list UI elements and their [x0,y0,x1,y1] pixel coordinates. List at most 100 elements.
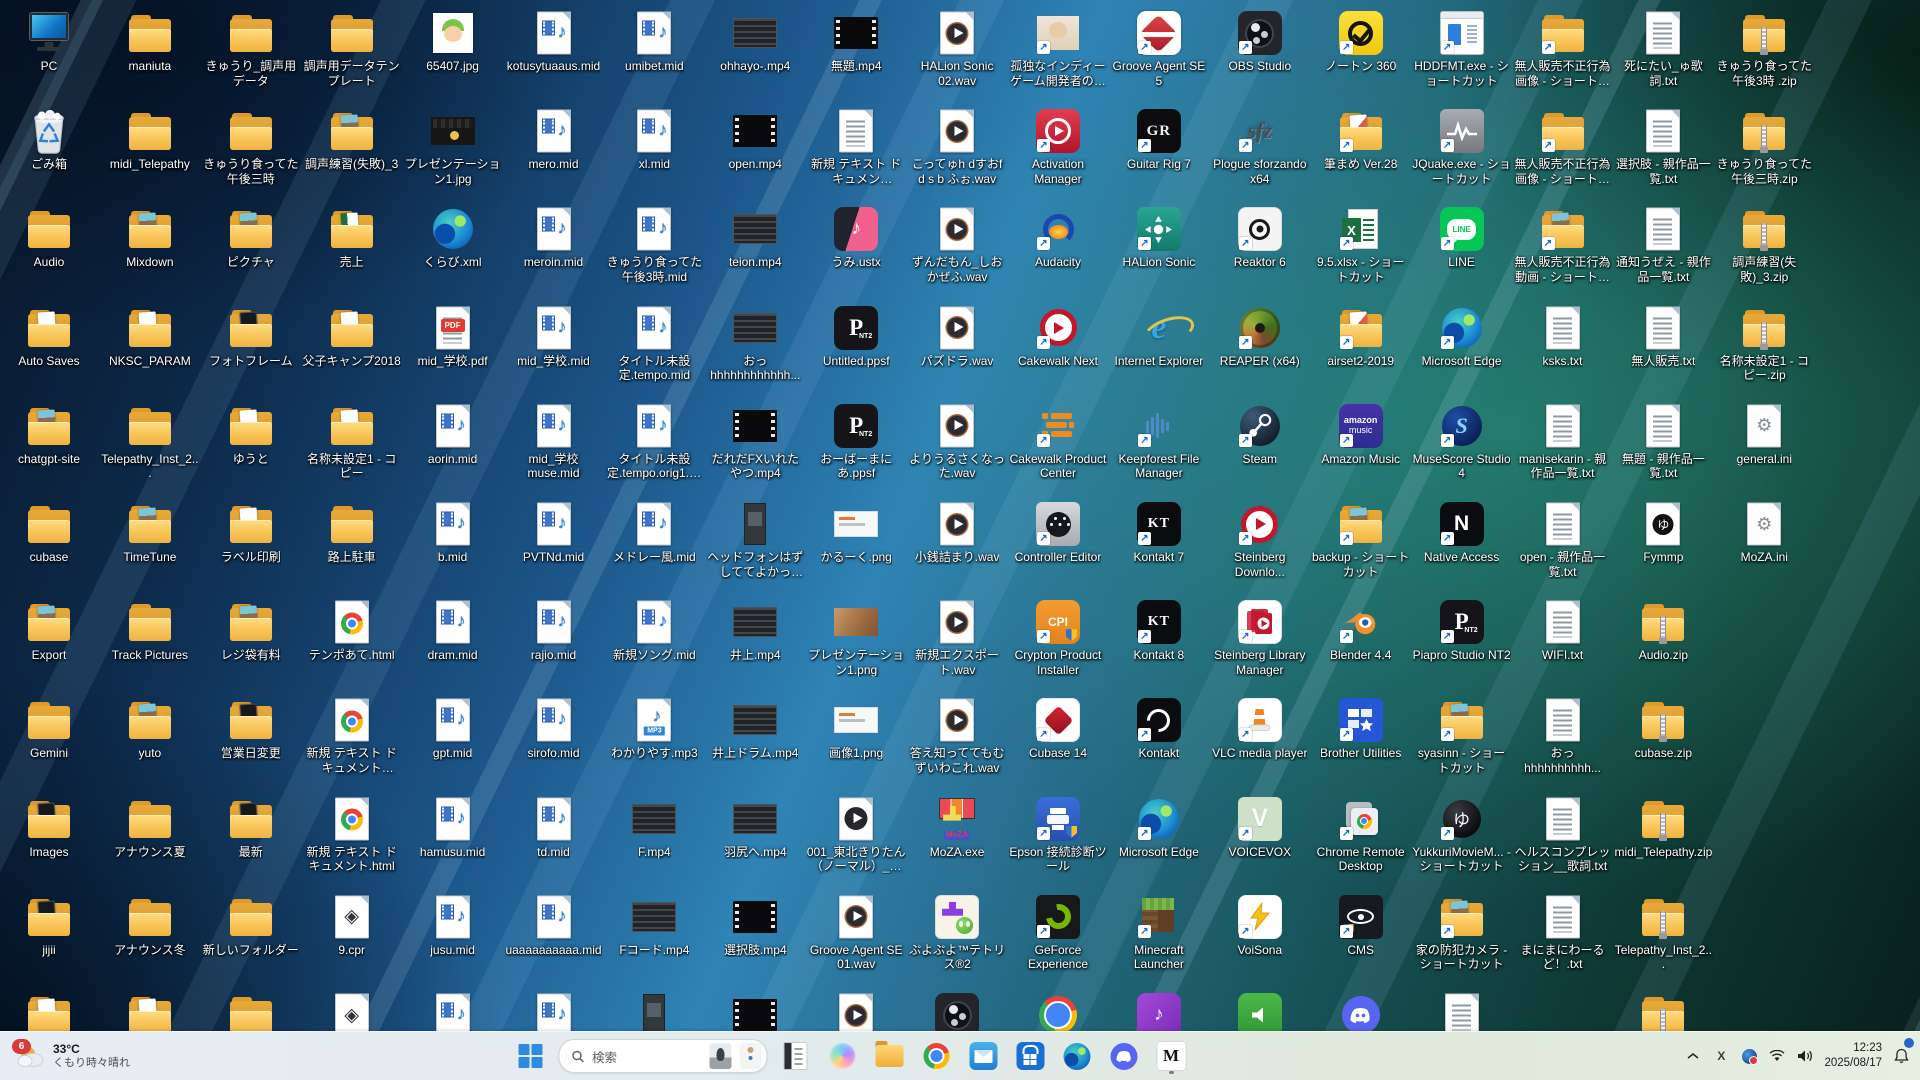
desktop-icon-売上[interactable]: 売上 [302,206,402,270]
desktop-icon-だれだfxいれたやつ-mp4[interactable]: だれだFXいれたやつ.mp4 [705,403,805,481]
search-highlight-thumbnail2-icon[interactable] [739,1043,761,1069]
desktop-icon-無題-mp4[interactable]: 無題.mp4 [806,10,906,74]
start-button[interactable] [511,1037,549,1075]
desktop-icon-001-東北きりたん-ノーマル-今じゃ[interactable]: 001_東北きりたん（ノーマル）_今じゃ... [806,796,906,874]
desktop-icon-f-mp4[interactable]: F.mp4 [604,796,704,860]
taskbar-m-app-icon[interactable]: M [1152,1037,1190,1075]
desktop-icon-ピクチャ[interactable]: ピクチャ [201,206,301,270]
desktop-icon-b-mid[interactable]: ♪b.mid [403,501,503,565]
desktop-icon-タイトル未設定-tempo-orig1-mid[interactable]: ♪タイトル未設定.tempo.orig1.mid [604,403,704,481]
desktop-icon-crypton-product-installer[interactable]: CPICrypton Product Installer [1008,599,1108,677]
taskbar-chrome-icon[interactable] [917,1037,955,1075]
desktop-icon-activation-manager[interactable]: Activation Manager [1008,108,1108,186]
desktop-icon-cms[interactable]: CMS [1311,894,1411,958]
desktop-icon-steinberg-downlo[interactable]: Steinberg Downlo... [1210,501,1310,579]
desktop-icon-piapro-studio-nt2[interactable]: PNT2Piapro Studio NT2 [1412,599,1512,663]
desktop-icon-jquake-exe-ショートカット[interactable]: JQuake.exe - ショートカット [1412,108,1512,186]
desktop-icon-hddfmt-exe-ショートカット[interactable]: HDDFMT.exe - ショートカット [1412,10,1512,88]
desktop-icon-native-access[interactable]: NNative Access [1412,501,1512,565]
desktop-icon-images[interactable]: Images [0,796,99,860]
desktop-icon-jusu-mid[interactable]: ♪jusu.mid [403,894,503,958]
desktop-icon-よりうるさくなった-wav[interactable]: よりうるさくなった.wav [907,403,1007,481]
desktop-icon-microsoft-edge[interactable]: Microsoft Edge [1412,305,1512,369]
desktop-icon-uaaaaaaaaaa-mid[interactable]: ♪uaaaaaaaaaa.mid [504,894,604,958]
desktop-icon-ゆうと[interactable]: ゆうと [201,403,301,467]
desktop-icon-孤独なインディーゲーム開発者の一生[interactable]: 孤独なインディーゲーム開発者の一生 ... [1008,10,1108,88]
desktop-icon-わかりやす-mp3[interactable]: ♪MP3わかりやす.mp3 [604,697,704,761]
desktop-icon-mid-学校-pdf[interactable]: PDFmid_学校.pdf [403,305,503,369]
desktop-icon-65407-jpg[interactable]: 65407.jpg [403,10,503,74]
weather-widget[interactable]: 6 33°C くもり時々晴れ [10,1032,136,1080]
desktop-icon-営業日変更[interactable]: 営業日変更 [201,697,301,761]
desktop-icon-teion-mp4[interactable]: teion.mp4 [705,206,805,270]
desktop-icon-新規ソング-mid[interactable]: ♪新規ソング.mid [604,599,704,663]
desktop-icon-yuto[interactable]: yuto [100,697,200,761]
desktop-icon-mixdown[interactable]: Mixdown [100,206,200,270]
desktop-icon-父子キャンプ2018[interactable]: 父子キャンプ2018 [302,305,402,369]
desktop-icon-musescore-studio-4[interactable]: SMuseScore Studio 4 [1412,403,1512,481]
desktop-icon-死にたい-ゅ歌詞-txt[interactable]: 死にたい_ゅ歌詞.txt [1613,10,1713,88]
desktop-icon-rajio-mid[interactable]: ♪rajio.mid [504,599,604,663]
desktop-icon-無人販売不正行為-動画-ショートカット[interactable]: 無人販売不正行為 動画 - ショートカット [1513,206,1613,284]
desktop-icon-9-5-xlsx-ショートカット[interactable]: X9.5.xlsx - ショートカット [1311,206,1411,284]
desktop-icon-プレゼンテーション1-png[interactable]: プレゼンテーション1.png [806,599,906,677]
desktop-icon-chrome-remote-desktop[interactable]: Chrome Remote Desktop [1311,796,1411,874]
desktop-icon-audio-zip[interactable]: Audio.zip [1613,599,1713,663]
desktop-icon-kontakt-7[interactable]: KTKontakt 7 [1109,501,1209,565]
desktop-icon-おっ-hhhhhhhhhh[interactable]: おっ hhhhhhhhhh... [1513,697,1613,775]
volume-icon[interactable] [1796,1041,1814,1071]
desktop-icon-答え知っててもむずいわこれ-wav[interactable]: 答え知っててもむずいわこれ.wav [907,697,1007,775]
desktop-icon-export[interactable]: Export [0,599,99,663]
desktop-icon-おっ-hhhhhhhhhhhh[interactable]: おっ hhhhhhhhhhhh... [705,305,805,383]
taskbar-discord-icon[interactable] [1105,1037,1143,1075]
desktop-icon-guitar-rig-7[interactable]: GRGuitar Rig 7 [1109,108,1209,172]
desktop-icon-steam[interactable]: Steam [1210,403,1310,467]
desktop-icon-telepathy-inst-2[interactable]: Telepathy_Inst_2... [1613,894,1713,972]
desktop-icon-メドレー風-mid[interactable]: ♪メドレー風.mid [604,501,704,565]
desktop-icon-ヘルスコンプレッション-歌詞-txt[interactable]: ヘルスコンプレッション__歌詞.txt [1513,796,1613,874]
search-highlight-thumbnail-icon[interactable] [709,1043,731,1069]
desktop-icon-syasinn-ショートカット[interactable]: syasinn - ショートカット [1412,697,1512,775]
desktop-icon-telepathy-inst-2[interactable]: Telepathy_Inst_2... [100,403,200,481]
desktop-icon-きゅうり食ってた午後三時-zip[interactable]: きゅうり食ってた午後三時.zip [1714,108,1814,186]
desktop-icon-ノートン-360[interactable]: ノートン 360 [1311,10,1411,74]
desktop-icon-epson-接続診断ツール[interactable]: Epson 接続診断ツール [1008,796,1108,874]
desktop-icon-mid-学校-muse-mid[interactable]: ♪mid_学校 muse.mid [504,403,604,481]
desktop-icon-internet-explorer[interactable]: eInternet Explorer [1109,305,1209,369]
desktop-icon-無人販売不正行為-画像-ショートカッ[interactable]: 無人販売不正行為 画像 - ショートカッ... [1513,10,1613,88]
taskbar-search[interactable]: 検索 [558,1039,767,1073]
desktop-icon-新規-テキスト-ドキュメント-2-html[interactable]: 新規 テキスト ドキュメント (2).html [302,697,402,775]
desktop-icon-blender-4-4[interactable]: Blender 4.4 [1311,599,1411,663]
desktop-icon-新しいフォルダー[interactable]: 新しいフォルダー [201,894,301,958]
desktop-icon-pc[interactable]: PC [0,10,99,74]
desktop-icon-maniuta[interactable]: maniuta [100,10,200,74]
desktop-icon-obs-studio[interactable]: OBS Studio [1210,10,1310,74]
desktop-icon-小銭詰まり-wav[interactable]: 小銭詰まり.wav [907,501,1007,565]
desktop-icon-midi-telepathy-zip[interactable]: midi_Telepathy.zip [1613,796,1713,860]
desktop-icon-xl-mid[interactable]: ♪xl.mid [604,108,704,172]
desktop-icon-midi-telepathy[interactable]: midi_Telepathy [100,108,200,172]
desktop-icon-ラベル印刷[interactable]: ラベル印刷 [201,501,301,565]
wifi-icon[interactable] [1768,1041,1786,1071]
desktop-icon-general-ini[interactable]: ⚙general.ini [1714,403,1814,467]
desktop-icon-steinberg-library-manager[interactable]: Steinberg Library Manager [1210,599,1310,677]
desktop-icon-きゅうり食ってた午後3時-zip[interactable]: きゅうり食ってた午後3時 .zip [1714,10,1814,88]
desktop-icon-羽尻へ-mp4[interactable]: 羽尻へ.mp4 [705,796,805,860]
desktop-icon-yukkurimoviem-ショートカット[interactable]: ゆYukkuriMovieM... - ショートカット [1412,796,1512,874]
desktop-icon-dram-mid[interactable]: ♪dram.mid [403,599,503,663]
desktop-icon-井上-mp4[interactable]: 井上.mp4 [705,599,805,663]
desktop-icon-audacity[interactable]: Audacity [1008,206,1108,270]
desktop-icon-ごみ箱[interactable]: ごみ箱 [0,108,99,172]
desktop-icon-かるーく-png[interactable]: かるーく.png [806,501,906,565]
desktop-icon-選択肢-親作品一覧-txt[interactable]: 選択肢 - 親作品一覧.txt [1613,108,1713,186]
desktop-icon-pvtnd-mid[interactable]: ♪PVTNd.mid [504,501,604,565]
notification-bell-icon[interactable] [1892,1041,1910,1071]
desktop-icon-untitled-ppsf[interactable]: PNT2Untitled.ppsf [806,305,906,369]
desktop-icon-ずんだもん-しおかぜふ-wav[interactable]: ずんだもん_しおかぜふ.wav [907,206,1007,284]
desktop-icon-cakewalk-next[interactable]: Cakewalk Next [1008,305,1108,369]
desktop-icon-きゅうり食ってた午後三時[interactable]: きゅうり食ってた午後三時 [201,108,301,186]
desktop-icon-mero-mid[interactable]: ♪mero.mid [504,108,604,172]
desktop-icon-groove-agent-se-5[interactable]: Groove Agent SE 5 [1109,10,1209,88]
taskbar-clock[interactable]: 12:23 2025/08/17 [1824,1041,1882,1071]
taskbar-edge-icon[interactable] [1058,1037,1096,1075]
